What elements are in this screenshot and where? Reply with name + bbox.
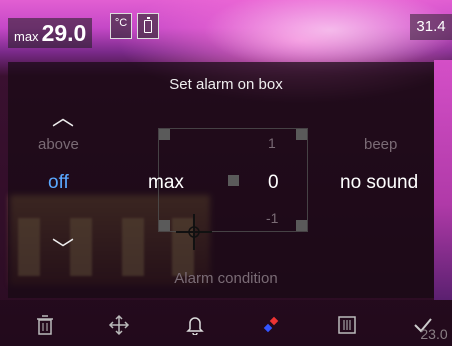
box-handle-bottom-right[interactable]: [296, 220, 307, 231]
threshold-next[interactable]: -1: [266, 210, 278, 226]
box-handle-top-left[interactable]: [159, 129, 170, 140]
max-label: max: [14, 29, 39, 44]
threshold-prev[interactable]: 1: [268, 135, 276, 151]
bottom-toolbar: [0, 300, 452, 346]
measure-selected[interactable]: max: [148, 172, 184, 194]
sound-selected[interactable]: no sound: [340, 172, 418, 194]
dialog-title: Set alarm on box: [169, 76, 283, 93]
move-icon[interactable]: [106, 312, 132, 338]
color-icon[interactable]: [258, 312, 284, 338]
box-center-marker: [228, 175, 239, 186]
thermal-edge: [434, 60, 452, 300]
sound-prev[interactable]: beep: [364, 136, 397, 153]
unit-indicator: °C: [110, 13, 132, 39]
bell-icon[interactable]: [182, 312, 208, 338]
box-handle-top-right[interactable]: [296, 129, 307, 140]
dialog-footer-label: Alarm condition: [174, 270, 278, 287]
box-handle-bottom-left[interactable]: [159, 220, 170, 231]
scale-min: 23.0: [420, 326, 448, 342]
condition-prev[interactable]: above: [38, 136, 79, 153]
max-value: 29.0: [41, 20, 87, 46]
chevron-down-icon[interactable]: ﹀: [52, 232, 74, 264]
grid-icon[interactable]: [334, 312, 360, 338]
max-temperature-readout: max 29.0: [8, 18, 93, 48]
scale-max: 31.4: [410, 14, 452, 40]
chevron-up-icon[interactable]: ︿: [52, 100, 74, 132]
trash-icon[interactable]: [32, 312, 58, 338]
condition-selected[interactable]: off: [48, 172, 69, 194]
crosshair-icon: [176, 214, 212, 250]
threshold-selected[interactable]: 0: [268, 172, 279, 194]
battery-icon: [137, 13, 159, 39]
